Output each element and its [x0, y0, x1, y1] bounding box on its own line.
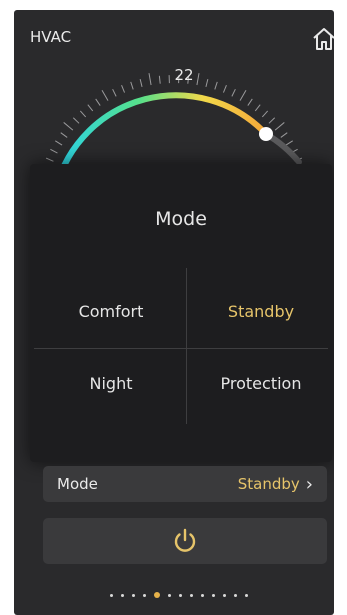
dial-tick	[285, 140, 293, 146]
dial-tick	[79, 110, 87, 118]
power-button[interactable]	[43, 518, 327, 564]
page-dot[interactable]	[201, 593, 204, 597]
page-dot[interactable]	[234, 593, 237, 597]
dial-tick	[247, 98, 253, 106]
dial-tick	[60, 132, 68, 138]
dial-tick	[63, 122, 74, 131]
dial-tick	[254, 104, 261, 112]
hvac-panel: HVAC 22 − 29 + Mode Comfort Standby N	[14, 10, 334, 615]
dial-tick	[239, 90, 247, 101]
page-dot[interactable]	[121, 593, 124, 597]
dial-tick	[112, 88, 117, 97]
dial-tick	[130, 81, 134, 90]
grid-divider	[186, 268, 187, 424]
page-dot[interactable]	[132, 593, 135, 597]
mode-label: Mode	[57, 475, 98, 493]
dial-tick	[222, 85, 227, 93]
dialog-title: Mode	[155, 208, 207, 230]
page-dot[interactable]	[223, 593, 226, 597]
dial-tick	[139, 79, 143, 88]
page-dot[interactable]	[143, 593, 146, 597]
dial-tick	[95, 98, 101, 106]
power-icon	[174, 528, 196, 552]
dial-tick	[158, 75, 161, 84]
chevron-right-icon: ›	[305, 473, 313, 495]
dial-knob[interactable]	[259, 127, 273, 141]
page-dot[interactable]	[190, 593, 193, 597]
page-dot[interactable]	[168, 593, 171, 597]
page-dot[interactable]	[212, 593, 215, 597]
dial-tick	[214, 81, 218, 90]
dial-tick	[274, 122, 285, 131]
mode-option-protection[interactable]: Protection	[188, 348, 334, 418]
dial-tick	[148, 73, 152, 86]
page-dot[interactable]	[110, 593, 113, 597]
dial-tick	[87, 104, 94, 112]
page-dot[interactable]	[245, 593, 248, 597]
dial-tick	[205, 79, 209, 88]
dial-tick	[72, 117, 80, 124]
dial-tick	[55, 140, 63, 146]
dial-tick	[261, 110, 269, 118]
dial-tick	[280, 132, 288, 138]
page-dot[interactable]	[154, 592, 160, 598]
page-indicator	[110, 590, 248, 600]
mode-option-standby[interactable]: Standby	[188, 276, 334, 346]
mode-dialog: Mode Comfort Standby Night Protection	[30, 164, 332, 462]
dial-tick	[231, 88, 236, 97]
dial-ticks	[38, 73, 310, 171]
mode-option-comfort[interactable]: Comfort	[38, 276, 184, 346]
dial-tick	[268, 117, 276, 124]
dial-tick	[45, 157, 54, 162]
mode-selector-row[interactable]: Mode Standby ›	[43, 466, 327, 502]
dial-tick	[121, 85, 126, 93]
mode-option-night[interactable]: Night	[38, 348, 184, 418]
mode-value: Standby	[237, 475, 300, 493]
setpoint-label: 22	[174, 66, 194, 84]
dial-tick	[101, 90, 109, 101]
dial-tick	[50, 148, 58, 154]
page-dot[interactable]	[179, 593, 182, 597]
